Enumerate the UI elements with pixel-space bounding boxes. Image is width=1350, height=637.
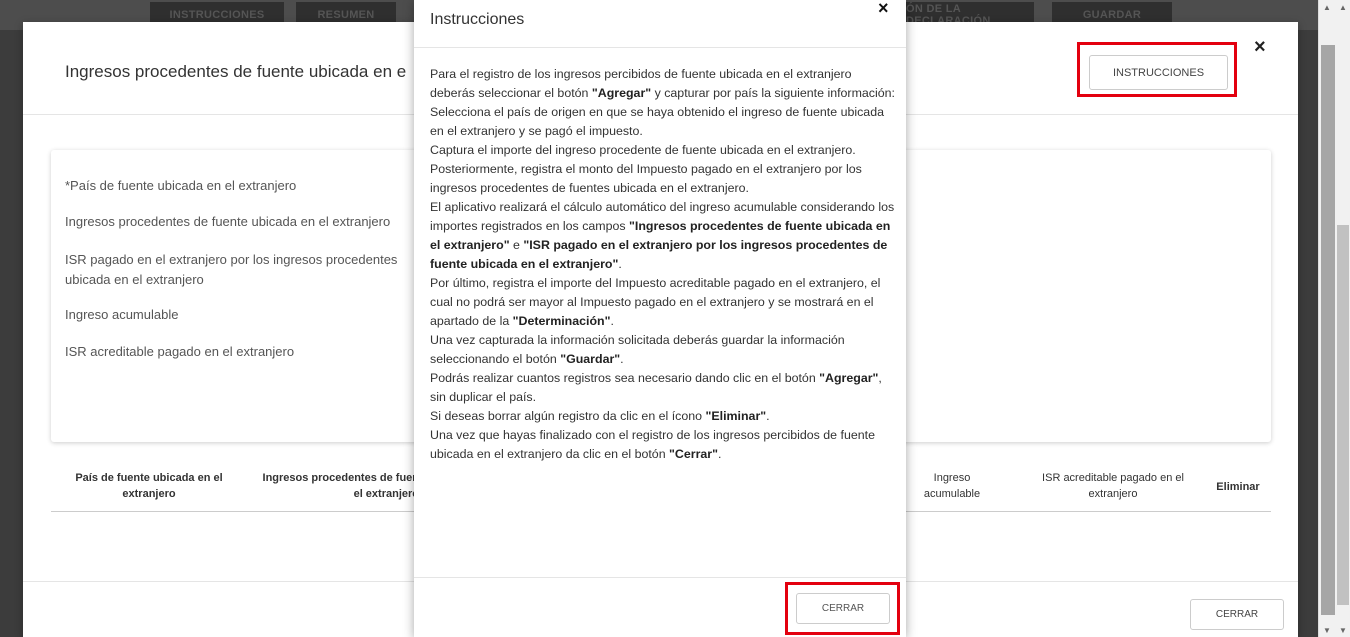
instruction-paragraph: Para el registro de los ingresos percibi… bbox=[430, 65, 895, 103]
instruction-paragraph: Si deseas borrar algún registro da clic … bbox=[430, 407, 895, 426]
scrollbar-thumb[interactable] bbox=[1321, 45, 1335, 615]
field-label-ingresos: Ingresos procedentes de fuente ubicada e… bbox=[65, 214, 391, 229]
scroll-up-icon-2[interactable]: ▲ bbox=[1339, 3, 1347, 12]
instruction-bold-text: "Eliminar" bbox=[705, 409, 767, 423]
divider bbox=[414, 47, 906, 48]
table-header-ingresos: Ingresos procedentes de fuen el extranje… bbox=[262, 472, 419, 500]
instruction-text: Una vez capturada la información solicit… bbox=[430, 333, 845, 366]
instruction-paragraph: Captura el importe del ingreso procedent… bbox=[430, 141, 895, 160]
scroll-up-icon[interactable]: ▲ bbox=[1323, 3, 1331, 12]
scroll-down-icon-2[interactable]: ▼ bbox=[1339, 626, 1347, 635]
instruction-text: . bbox=[717, 447, 722, 461]
instruction-paragraph: Selecciona el país de origen en que se h… bbox=[430, 103, 895, 141]
instruction-bold-text: "Guardar" bbox=[560, 352, 621, 366]
instruction-text: Posteriormente, registra el monto del Im… bbox=[430, 162, 862, 195]
instruction-text: . bbox=[620, 352, 624, 366]
scroll-down-icon[interactable]: ▼ bbox=[1323, 626, 1331, 635]
instruction-text: Por último, registra el importe del Impu… bbox=[430, 276, 881, 328]
instruction-text: e bbox=[509, 238, 524, 252]
highlight-box-instructions bbox=[1077, 42, 1237, 97]
field-label-isr-acreditable: ISR acreditable pagado en el extranjero bbox=[65, 344, 295, 359]
instruction-text: . bbox=[766, 409, 770, 423]
instruction-paragraph: Podrás realizar cuantos registros sea ne… bbox=[430, 369, 895, 407]
scrollbar-thumb-inner[interactable] bbox=[1337, 225, 1349, 605]
instruction-text: Si deseas borrar algún registro da clic … bbox=[430, 409, 706, 423]
instruction-text: y capturar por país la siguiente informa… bbox=[651, 86, 895, 100]
instruction-bold-text: "Agregar" bbox=[591, 86, 652, 100]
instruction-paragraph: Una vez capturada la información solicit… bbox=[430, 331, 895, 369]
instruction-text: Una vez que hayas finalizado con el regi… bbox=[430, 428, 875, 461]
instructions-title: Instrucciones bbox=[430, 11, 525, 28]
modal-title: Ingresos procedentes de fuente ubicada e… bbox=[65, 62, 407, 81]
instruction-bold-text: "Agregar" bbox=[819, 371, 879, 385]
instruction-text: . bbox=[618, 257, 622, 271]
instructions-modal: Instrucciones × Para el registro de los … bbox=[414, 0, 906, 637]
table-header-ingreso-acumulable: Ingreso acumulable bbox=[923, 472, 981, 500]
table-header-eliminar: Eliminar bbox=[1216, 481, 1260, 493]
instruction-bold-text: "Determinación" bbox=[512, 314, 611, 328]
table-header-pais: País de fuente ubicada en el extranjero bbox=[75, 472, 223, 500]
instruction-paragraph: Posteriormente, registra el monto del Im… bbox=[430, 160, 895, 198]
instruction-bold-text: "Cerrar" bbox=[669, 447, 718, 461]
footer-divider bbox=[414, 577, 906, 578]
field-label-isr-pagado: ISR pagado en el extranjero por los ingr… bbox=[65, 252, 398, 267]
field-label-isr-pagado-cont: ubicada en el extranjero bbox=[65, 272, 204, 287]
close-icon[interactable]: × bbox=[878, 0, 889, 19]
close-button[interactable]: CERRAR bbox=[1190, 599, 1284, 630]
instruction-text: Selecciona el país de origen en que se h… bbox=[430, 105, 884, 138]
table-header-isr-acreditable: ISR acreditable pagado en el extranjero bbox=[1042, 472, 1184, 500]
instruction-text: Captura el importe del ingreso procedent… bbox=[430, 143, 856, 157]
page-scrollbar[interactable]: ▲ ▲ ▼ ▼ bbox=[1318, 0, 1350, 637]
instruction-text: Podrás realizar cuantos registros sea ne… bbox=[430, 371, 820, 385]
highlight-box-cerrar bbox=[785, 582, 900, 635]
instruction-text: . bbox=[610, 314, 614, 328]
instruction-paragraph: El aplicativo realizará el cálculo autom… bbox=[430, 198, 895, 274]
field-label-ingreso-acumulable: Ingreso acumulable bbox=[65, 307, 179, 322]
instruction-paragraph: Una vez que hayas finalizado con el regi… bbox=[430, 426, 895, 464]
field-label-pais: *País de fuente ubicada en el extranjero bbox=[65, 178, 297, 193]
close-icon[interactable]: × bbox=[1254, 36, 1266, 59]
instructions-body: Para el registro de los ingresos percibi… bbox=[430, 65, 895, 464]
instruction-paragraph: Por último, registra el importe del Impu… bbox=[430, 274, 895, 331]
